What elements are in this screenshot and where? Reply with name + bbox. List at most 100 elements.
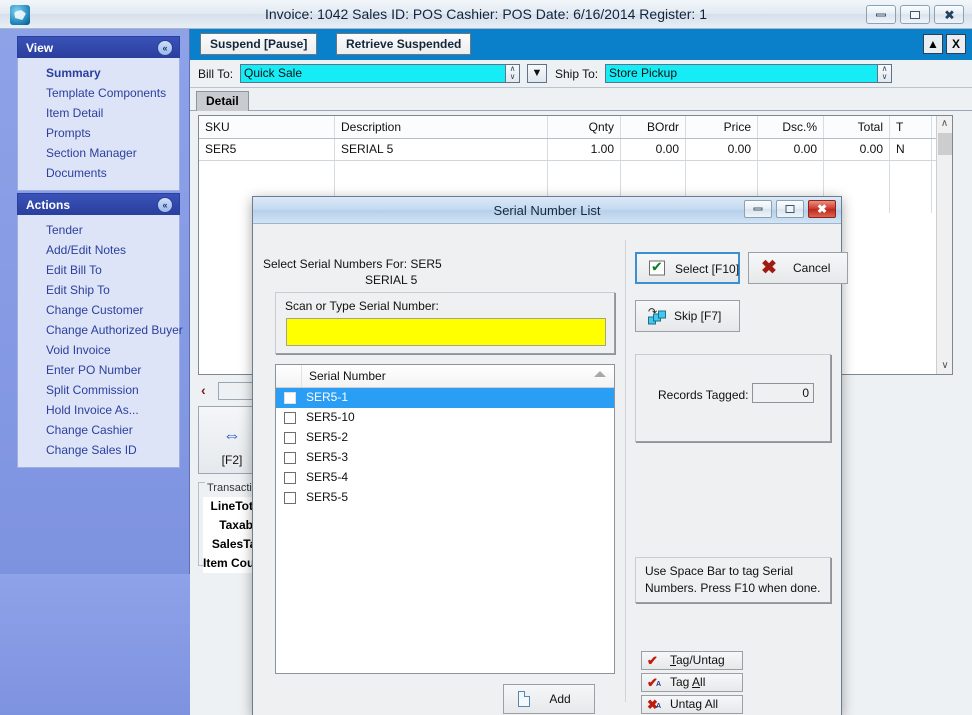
cell-total: 0.00 [824, 139, 890, 160]
list-item[interactable]: SER5-3 [276, 448, 614, 468]
table-row[interactable]: SER5 SERIAL 5 1.00 0.00 0.00 0.00 0.00 N [199, 139, 952, 161]
tag-all-button[interactable]: ✔ A Tag All [641, 673, 743, 692]
grid-col-dsc[interactable]: Dsc.% [758, 116, 824, 138]
sidebar-item-section-manager[interactable]: Section Manager [18, 143, 179, 163]
grid-col-sku[interactable]: SKU [199, 116, 335, 138]
scrollbar-thumb[interactable] [938, 133, 952, 155]
all-subscript-icon: A [656, 703, 662, 710]
untag-all-button[interactable]: ✖ A Untag All [641, 695, 743, 714]
window-controls: ✖ [866, 5, 964, 24]
sidebar-item-edit-bill-to[interactable]: Edit Bill To [18, 260, 179, 280]
sidebar-item-add-edit-notes[interactable]: Add/Edit Notes [18, 240, 179, 260]
list-item[interactable]: SER5-10 [276, 408, 614, 428]
window-minimize-button[interactable] [866, 5, 896, 24]
scroll-down-icon[interactable]: ∨ [937, 358, 953, 374]
grid-col-description[interactable]: Description [335, 116, 548, 138]
prev-record-icon[interactable]: ‹ [201, 382, 206, 398]
sidebar-item-tender[interactable]: Tender [18, 220, 179, 240]
scroll-up-icon[interactable]: ∧ [937, 116, 952, 132]
ship-to-spinner[interactable]: ∧ ∨ [878, 64, 892, 83]
add-button[interactable]: Add [503, 684, 595, 714]
sidebar-item-enter-po-number[interactable]: Enter PO Number [18, 360, 179, 380]
sidebar-item-split-commission[interactable]: Split Commission [18, 380, 179, 400]
dialog-maximize-button[interactable] [776, 200, 804, 218]
actions-panel-body: Tender Add/Edit Notes Edit Bill To Edit … [17, 215, 183, 468]
select-for-label: Select Serial Numbers For: SER5 [263, 257, 442, 271]
sidebar-item-summary[interactable]: Summary [18, 63, 179, 83]
sidebar-item-change-cashier[interactable]: Change Cashier [18, 420, 179, 440]
window-title-bar: Invoice: 1042 Sales ID: POS Cashier: POS… [0, 0, 972, 29]
cancel-button[interactable]: ✖ Cancel [748, 252, 848, 284]
row-checkbox[interactable] [284, 432, 296, 444]
window-maximize-button[interactable] [900, 5, 930, 24]
row-checkbox[interactable] [284, 472, 296, 484]
ship-to-field[interactable]: Store Pickup [605, 64, 878, 83]
list-item[interactable]: SER5-5 [276, 488, 614, 508]
grid-col-bordr[interactable]: BOrdr [621, 116, 686, 138]
add-button-label: Add [549, 692, 571, 706]
bill-to-field[interactable]: Quick Sale [240, 64, 506, 83]
sidebar-item-void-invoice[interactable]: Void Invoice [18, 340, 179, 360]
grid-col-total[interactable]: Total [824, 116, 890, 138]
sidebar-item-change-authorized-buyer[interactable]: Change Authorized Buyer [18, 320, 183, 340]
cell-qnty: 1.00 [548, 139, 621, 160]
serial-number-input[interactable] [286, 318, 606, 346]
records-tagged-value: 0 [752, 383, 814, 403]
list-header-label[interactable]: Serial Number [309, 365, 386, 387]
spinner-down-icon[interactable]: ∨ [506, 73, 519, 81]
list-item[interactable]: SER5-2 [276, 428, 614, 448]
skip-button-label: Skip [F7] [674, 309, 722, 323]
grid-col-qnty[interactable]: Qnty [548, 116, 621, 138]
copy-bill-to-ship-button[interactable]: ▼ [527, 64, 547, 83]
close-panel-button[interactable]: X [946, 34, 966, 54]
grid-scrollbar[interactable]: ∧ ∨ [936, 116, 952, 374]
skip-stack-icon: ↷ [648, 307, 668, 325]
chevron-up-icon[interactable]: « [157, 40, 173, 56]
cell-sku: SER5 [199, 139, 335, 160]
sort-ascending-icon[interactable] [594, 371, 606, 377]
chevron-up-icon[interactable]: « [157, 197, 173, 213]
suspend-button[interactable]: Suspend [Pause] [200, 33, 318, 55]
sidebar-item-template-components[interactable]: Template Components [18, 83, 179, 103]
sidebar-item-prompts[interactable]: Prompts [18, 123, 179, 143]
sidebar-item-edit-ship-to[interactable]: Edit Ship To [18, 280, 179, 300]
list-item[interactable]: SER5-4 [276, 468, 614, 488]
collapse-up-icon[interactable]: ▲ [923, 34, 943, 54]
dialog-title-bar: Serial Number List ✖ [253, 197, 841, 224]
serial-number-list[interactable]: Serial Number SER5-1 SER5-10 SER5-2 SER5… [275, 364, 615, 674]
tag-untag-button[interactable]: ✔ Tag/Untag [641, 651, 743, 670]
row-checkbox[interactable] [284, 412, 296, 424]
view-panel-header[interactable]: View « [17, 36, 180, 58]
cell-t: N [890, 139, 932, 160]
cell-description: SERIAL 5 [335, 139, 548, 160]
window-close-button[interactable]: ✖ [934, 5, 964, 24]
sidebar-item-change-customer[interactable]: Change Customer [18, 300, 179, 320]
checkmark-icon: ✔ [647, 653, 658, 668]
sidebar-item-hold-invoice-as[interactable]: Hold Invoice As... [18, 400, 179, 420]
scan-caption: Scan or Type Serial Number: [285, 299, 439, 313]
untag-all-label: Untag All [670, 697, 719, 711]
retrieve-suspended-button[interactable]: Retrieve Suspended [336, 33, 472, 55]
select-button-label: Select [F10] [675, 262, 740, 276]
grid-col-t[interactable]: T [890, 116, 932, 138]
bill-to-spinner[interactable]: ∧ ∨ [506, 64, 520, 83]
row-checkbox[interactable] [284, 392, 296, 404]
grid-col-price[interactable]: Price [686, 116, 758, 138]
sidebar-item-item-detail[interactable]: Item Detail [18, 103, 179, 123]
serial-value: SER5-1 [306, 390, 349, 404]
application-window: Invoice: 1042 Sales ID: POS Cashier: POS… [0, 0, 972, 715]
sidebar-item-documents[interactable]: Documents [18, 163, 179, 183]
close-x-icon: ✖ [761, 257, 777, 279]
dialog-window-controls: ✖ [744, 200, 836, 218]
list-item[interactable]: SER5-1 [276, 388, 614, 408]
skip-button[interactable]: ↷ Skip [F7] [635, 300, 740, 332]
dialog-close-button[interactable]: ✖ [808, 200, 836, 218]
actions-panel-header[interactable]: Actions « [17, 193, 180, 215]
row-checkbox[interactable] [284, 452, 296, 464]
select-button[interactable]: Select [F10] [635, 252, 740, 284]
dialog-minimize-button[interactable] [744, 200, 772, 218]
spinner-down-icon[interactable]: ∨ [878, 73, 891, 81]
tab-detail[interactable]: Detail [196, 91, 249, 111]
row-checkbox[interactable] [284, 492, 296, 504]
sidebar-item-change-sales-id[interactable]: Change Sales ID [18, 440, 179, 460]
